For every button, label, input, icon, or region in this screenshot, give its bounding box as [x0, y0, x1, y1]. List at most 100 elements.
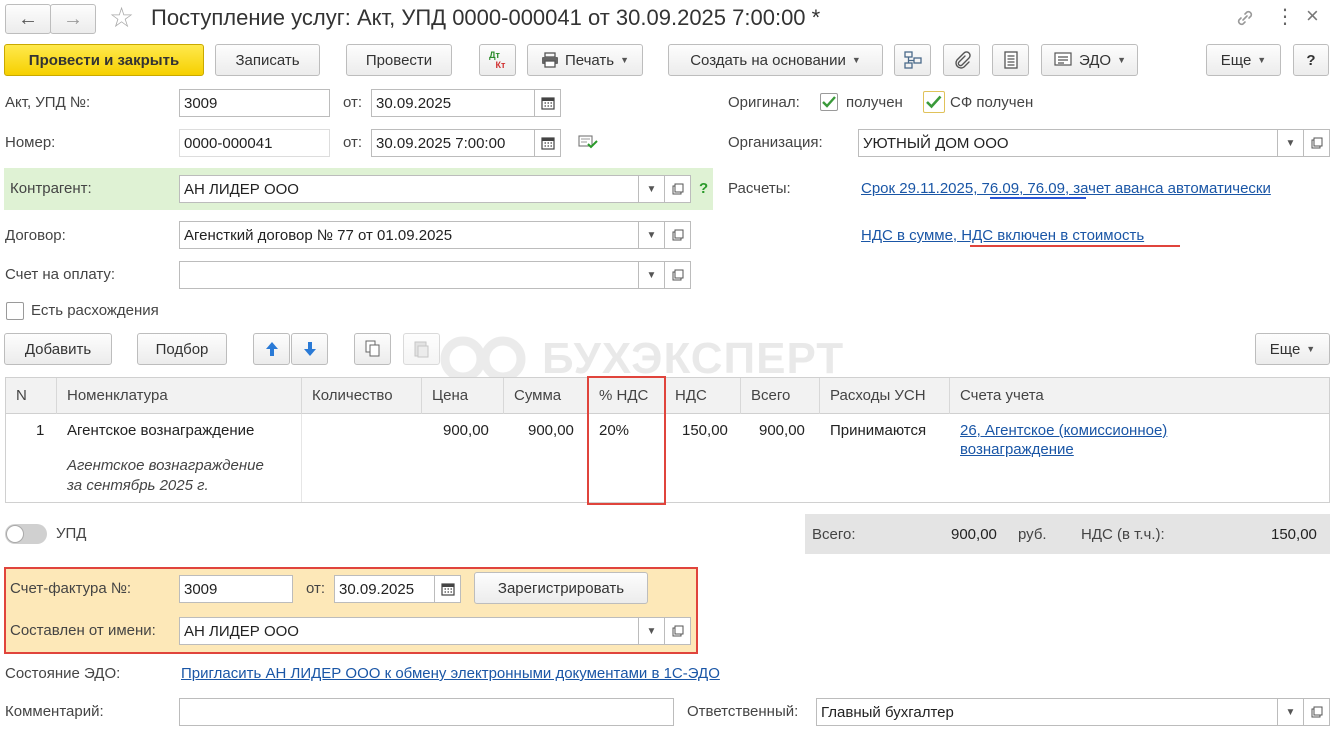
act-number-label: Акт, УПД №:	[5, 94, 91, 111]
vat-link[interactable]: НДС в сумме, НДС включен в стоимость	[861, 227, 1144, 244]
edo-label: ЭДО	[1078, 51, 1112, 69]
link-icon[interactable]	[1234, 7, 1256, 29]
create-based-label: Создать на основании	[690, 51, 846, 69]
more-vertical-icon[interactable]: ⋮	[1275, 6, 1295, 28]
list-button[interactable]	[992, 44, 1029, 76]
calendar-button[interactable]	[535, 129, 561, 157]
calendar-icon	[540, 137, 555, 150]
table-header: N Номенклатура Количество Цена Сумма % Н…	[6, 378, 1329, 414]
settlements-label: Расчеты:	[728, 180, 791, 197]
comment-field[interactable]	[179, 698, 674, 726]
contract-dropdown-button[interactable]: ▼	[639, 221, 665, 249]
print-button[interactable]: Печать ▼	[527, 44, 643, 76]
discrepancy-checkbox[interactable]	[6, 302, 24, 320]
contract-open-button[interactable]	[665, 221, 691, 249]
calendar-button[interactable]	[535, 89, 561, 117]
more-button[interactable]: Еще ▼	[1206, 44, 1281, 76]
post-and-close-button[interactable]: Провести и закрыть	[4, 44, 204, 76]
forward-button[interactable]: →	[50, 4, 96, 34]
col-header-sum[interactable]: Сумма	[504, 378, 589, 414]
number-date-from-label: от:	[343, 134, 363, 151]
issuer-open-button[interactable]	[665, 617, 691, 645]
contractor-help-icon[interactable]: ?	[699, 180, 708, 197]
cell-n: 1	[36, 422, 45, 439]
received-checkbox[interactable]	[820, 93, 838, 111]
organization-open-button[interactable]	[1304, 129, 1330, 157]
invoice-number-field[interactable]: 3009	[179, 575, 293, 603]
cell-total[interactable]: 900,00	[759, 422, 805, 439]
close-icon[interactable]: ×	[1306, 4, 1319, 28]
issuer-dropdown-button[interactable]: ▼	[639, 617, 665, 645]
number-datetime-field[interactable]: 30.09.2025 7:00:00	[371, 129, 535, 157]
back-button[interactable]: ←	[5, 4, 51, 34]
vat-rate-highlight-box	[587, 376, 666, 505]
caret-down-icon: ▼	[1306, 344, 1316, 354]
document-list-icon	[1003, 51, 1018, 69]
col-header-price[interactable]: Цена	[422, 378, 504, 414]
settlements-link[interactable]: Срок 29.11.2025, 76.09, 76.09, зачет ава…	[861, 180, 1271, 197]
help-button[interactable]: ?	[1293, 44, 1329, 76]
contractor-field[interactable]: АН ЛИДЕР ООО	[179, 175, 639, 203]
col-header-item[interactable]: Номенклатура	[57, 378, 302, 414]
cell-price[interactable]: 900,00	[443, 422, 489, 439]
sf-received-checkbox[interactable]	[923, 91, 945, 113]
move-up-button[interactable]	[253, 333, 290, 365]
caret-down-icon: ▼	[1257, 55, 1267, 65]
add-row-button[interactable]: Добавить	[4, 333, 112, 365]
organization-field[interactable]: УЮТНЫЙ ДОМ ООО	[858, 129, 1278, 157]
favorite-star-icon[interactable]: ☆	[109, 2, 134, 34]
contractor-dropdown-button[interactable]: ▼	[639, 175, 665, 203]
col-header-qty[interactable]: Количество	[302, 378, 422, 414]
invoice-pay-label: Счет на оплату:	[5, 266, 116, 283]
save-button[interactable]: Записать	[215, 44, 320, 76]
organization-dropdown-button[interactable]: ▼	[1278, 129, 1304, 157]
register-button[interactable]: Зарегистрировать	[474, 572, 648, 604]
page-title: Поступление услуг: Акт, УПД 0000-000041 …	[151, 5, 821, 30]
cell-account-link-2[interactable]: вознаграждение	[960, 441, 1074, 458]
responsible-open-button[interactable]	[1304, 698, 1330, 726]
issuer-field[interactable]: АН ЛИДЕР ООО	[179, 617, 639, 645]
pick-button[interactable]: Подбор	[137, 333, 227, 365]
move-down-button[interactable]	[291, 333, 328, 365]
invoice-date-field[interactable]: 30.09.2025	[334, 575, 435, 603]
cell-item[interactable]: Агентское вознаграждение	[67, 422, 254, 439]
contractor-open-button[interactable]	[665, 175, 691, 203]
print-label: Печать	[564, 51, 615, 69]
vat-underline-highlight	[970, 245, 1180, 247]
table-more-button[interactable]: Еще ▼	[1255, 333, 1330, 365]
col-header-total[interactable]: Всего	[741, 378, 820, 414]
upd-toggle[interactable]	[5, 524, 47, 544]
cell-usn[interactable]: Принимаются	[830, 422, 926, 439]
act-number-field[interactable]: 3009	[179, 89, 330, 117]
create-based-on-button[interactable]: Создать на основании ▼	[668, 44, 883, 76]
responsible-field[interactable]: Главный бухгалтер	[816, 698, 1278, 726]
col-header-accounts[interactable]: Счета учета	[950, 378, 1330, 414]
invoice-pay-open-button[interactable]	[665, 261, 691, 289]
act-date-field[interactable]: 30.09.2025	[371, 89, 535, 117]
copy-row-button[interactable]	[354, 333, 391, 365]
total-value: 900,00	[951, 526, 997, 543]
col-header-vat[interactable]: НДС	[665, 378, 741, 414]
number-label: Номер:	[5, 134, 56, 151]
cell-account-link-1[interactable]: 26, Агентское (комиссионное)	[960, 422, 1167, 439]
cell-vat[interactable]: 150,00	[682, 422, 728, 439]
col-header-n[interactable]: N	[6, 378, 57, 414]
edo-button[interactable]: ЭДО ▼	[1041, 44, 1138, 76]
cell-sum[interactable]: 900,00	[528, 422, 574, 439]
invoice-pay-dropdown-button[interactable]: ▼	[639, 261, 665, 289]
open-form-icon	[672, 183, 683, 195]
structure-button[interactable]	[894, 44, 931, 76]
post-button[interactable]: Провести	[346, 44, 452, 76]
edit-check-icon[interactable]	[578, 134, 598, 150]
contract-field[interactable]: Агенсткий договор № 77 от 01.09.2025	[179, 221, 639, 249]
dt-kt-button[interactable]: Дт Кт	[479, 44, 516, 76]
cell-item-comment-2: за сентябрь 2025 г.	[67, 477, 209, 494]
attach-button[interactable]	[943, 44, 980, 76]
col-header-usn[interactable]: Расходы УСН	[820, 378, 950, 414]
upd-label: УПД	[56, 525, 87, 542]
edo-invite-link[interactable]: Пригласить АН ЛИДЕР ООО к обмену электро…	[181, 665, 720, 682]
invoice-calendar-button[interactable]	[435, 575, 461, 603]
invoice-pay-field[interactable]	[179, 261, 639, 289]
caret-down-icon: ▼	[851, 55, 861, 65]
responsible-dropdown-button[interactable]: ▼	[1278, 698, 1304, 726]
